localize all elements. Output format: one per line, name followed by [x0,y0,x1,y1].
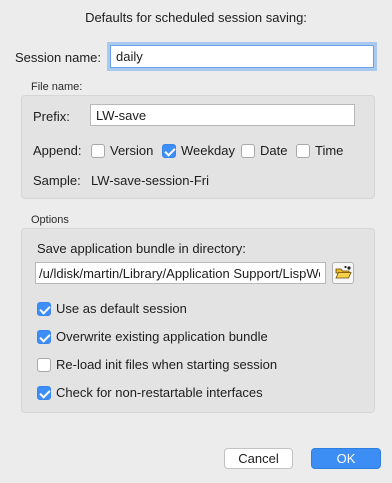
sample-value: LW-save-session-Fri [91,173,209,188]
browse-directory-button[interactable] [332,262,354,284]
append-version-label: Version [110,143,154,158]
overwrite-bundle-label: Overwrite existing application bundle [56,329,268,344]
session-name-input[interactable] [110,45,374,68]
append-date-checkbox[interactable]: Date [241,143,287,158]
overwrite-bundle-checkbox[interactable]: Overwrite existing application bundle [37,329,268,344]
options-caption: Options [31,214,69,226]
reload-init-files-box[interactable] [37,357,51,372]
prefix-label: Prefix: [33,109,70,124]
append-version-box[interactable] [91,143,105,158]
check-non-restartable-box[interactable] [37,385,51,400]
reload-init-files-label: Re-load init files when starting session [56,357,278,372]
bundle-directory-input[interactable] [35,262,326,284]
append-time-checkbox[interactable]: Time [296,143,343,158]
bundle-directory-label: Save application bundle in directory: [37,241,246,256]
reload-init-files-checkbox[interactable]: Re-load init files when starting session [37,357,277,372]
append-weekday-box[interactable] [162,143,176,158]
use-default-session-box[interactable] [37,301,51,316]
folder-open-icon [335,265,352,279]
cancel-button[interactable]: Cancel [224,448,293,469]
append-time-label: Time [315,143,344,158]
append-date-box[interactable] [241,143,255,158]
ok-button[interactable]: OK [311,448,381,469]
use-default-session-label: Use as default session [56,301,187,316]
file-name-caption: File name: [31,81,83,93]
append-weekday-label: Weekday [181,143,235,158]
use-default-session-checkbox[interactable]: Use as default session [37,301,187,316]
sample-label: Sample: [33,173,81,188]
prefix-input[interactable] [90,104,355,126]
append-weekday-checkbox[interactable]: Weekday [162,143,235,158]
append-version-checkbox[interactable]: Version [91,143,153,158]
session-name-label: Session name: [15,50,101,65]
check-non-restartable-checkbox[interactable]: Check for non-restartable interfaces [37,385,263,400]
dialog-title: Defaults for scheduled session saving: [85,10,307,25]
check-non-restartable-label: Check for non-restartable interfaces [56,385,263,400]
append-date-label: Date [260,143,288,158]
overwrite-bundle-box[interactable] [37,329,51,344]
append-label: Append: [33,143,82,158]
append-time-box[interactable] [296,143,310,158]
